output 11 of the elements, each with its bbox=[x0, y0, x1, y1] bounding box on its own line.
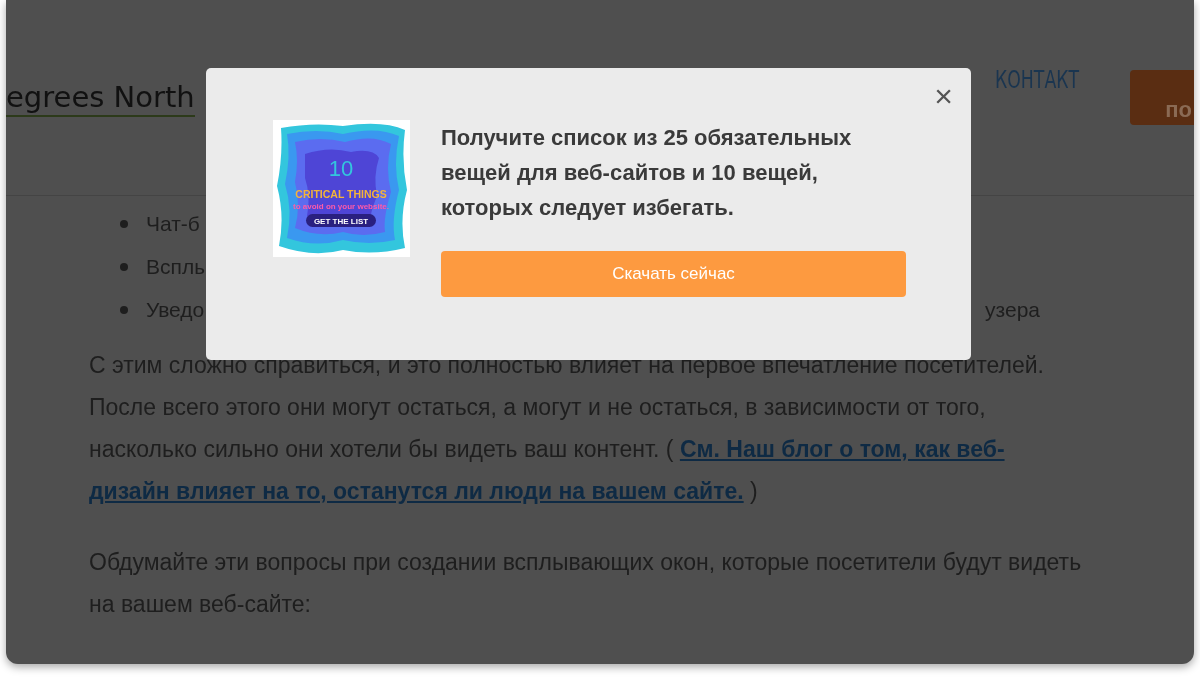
bullet-icon bbox=[120, 219, 128, 228]
close-button[interactable]: × bbox=[930, 78, 957, 114]
blog-link[interactable]: См. Наш блог о том, как веб- bbox=[679, 436, 1005, 462]
promo-graphic: 10 CRITICAL THINGS to avoid on your website. GET THE LIST bbox=[273, 120, 410, 257]
download-button[interactable]: Скачать сейчас bbox=[441, 251, 906, 297]
bullet-icon bbox=[120, 262, 128, 271]
site-logo-text[interactable]: egrees North bbox=[6, 80, 195, 117]
bullet-icon bbox=[120, 305, 128, 314]
blog-link[interactable]: дизайн влияет на то, останутся ли люди на вашем сайте. bbox=[89, 478, 744, 504]
header-button[interactable]: по bbox=[1130, 70, 1194, 125]
popup-heading: Получите список из 25 обязательных вещей для веб-сайтов и 10 вещей, которых следует избегать. bbox=[441, 124, 853, 222]
